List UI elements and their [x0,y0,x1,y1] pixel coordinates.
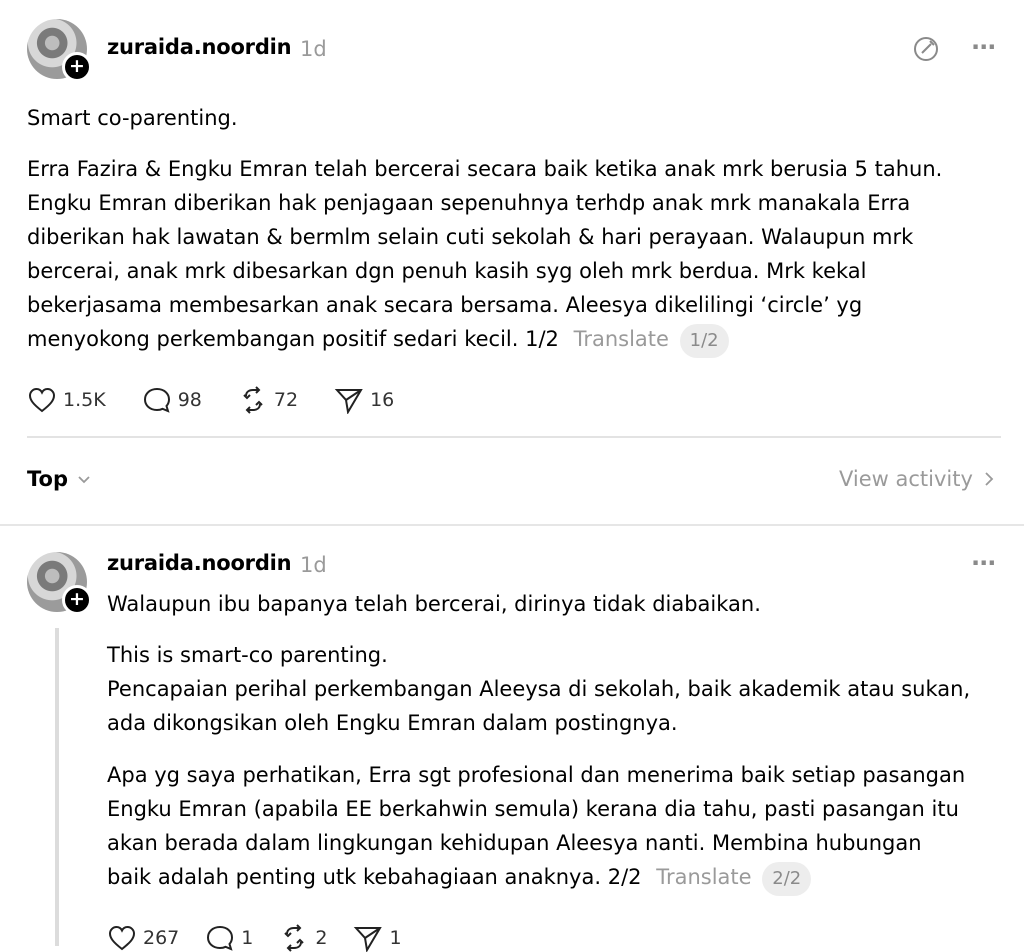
chevron-right-icon [985,472,994,486]
heart-icon [108,925,136,951]
reply-line: ada dikongsikan oleh Engku Emran dalam p… [107,711,678,735]
like-button[interactable]: 1.5K [27,386,106,414]
reply-line-last: baik adalah penting utk kebahagiaan anak… [107,865,642,889]
more-options-icon[interactable]: ··· [971,549,996,577]
follow-plus-icon[interactable]: + [62,52,92,82]
reply-line: This is smart-co parenting. [107,643,388,667]
reply-time: 1d [300,553,327,577]
like-button[interactable]: 267 [107,924,179,952]
edit-icon[interactable] [912,35,940,67]
view-activity-link[interactable]: View activity [839,467,999,491]
post-line: diberikan hak lawatan & bermlm selain cu… [27,225,914,249]
reply-line: akan berada dalam lingkungan kehidupan A… [107,831,922,855]
comment-icon [143,387,170,413]
translate-link[interactable]: Translate [656,865,751,889]
thread-pager-badge: 2/2 [762,862,812,896]
repost-count: 72 [273,389,299,411]
translate-link[interactable]: Translate [574,327,669,351]
post-line: menyokong perkembangan positif sedari ke… [27,322,987,358]
reply-actions: 267 1 2 1 [107,924,438,952]
follow-plus-icon[interactable]: + [62,585,92,615]
comment-icon [207,925,234,951]
sort-dropdown[interactable]: Top [27,467,94,491]
thread-pager-badge: 1/2 [679,324,729,358]
repost-button[interactable]: 72 [238,386,298,414]
post-line: bekerjasama membesarkan anak secara bers… [27,293,863,317]
reply-paragraph-2: Apa yg saya perhatikan, Erra sgt profesi… [107,758,1007,896]
post-actions: 1.5K 98 72 16 [27,386,430,414]
send-icon [354,927,383,952]
heart-icon [28,387,56,413]
reply-line: Pencapaian perihal perkembangan Aleeysa … [107,677,971,701]
section-divider [0,524,1024,526]
reply-line: Apa yg saya perhatikan, Erra sgt profesi… [107,763,966,787]
repost-button[interactable]: 2 [279,924,327,952]
share-count: 16 [370,389,395,411]
send-icon [334,389,363,414]
reply-button[interactable]: 1 [205,924,253,952]
post-line: Erra Fazira & Engku Emran telah bercerai… [27,157,943,181]
reply-first-line: Walaupun ibu bapanya telah bercerai, dir… [107,592,761,616]
reply-button[interactable]: 98 [142,386,202,414]
sort-label: Top [27,467,68,491]
share-button[interactable]: 16 [334,386,394,414]
reply-line: Engku Emran (apabila EE berkahwin semula… [107,797,959,821]
post-title: Smart co-parenting. [27,101,238,135]
reply-username[interactable]: zuraida.noordin [107,551,292,575]
post-line: bercerai, anak mrk dibesarkan dgn penuh … [27,259,867,283]
post-title-line: Smart co-parenting. [27,106,238,130]
share-button[interactable]: 1 [353,924,402,952]
post-username[interactable]: zuraida.noordin [107,35,292,59]
post-divider [27,436,1001,438]
post-time: 1d [300,37,327,61]
repost-icon [243,386,263,414]
like-count: 1.5K [63,389,106,411]
repost-icon [284,924,305,952]
reply-line: baik adalah penting utk kebahagiaan anak… [107,860,1007,896]
thread-connector [55,628,59,946]
post-line-last: menyokong perkembangan positif sedari ke… [27,327,559,351]
reply-count: 98 [177,389,202,411]
post-line: Engku Emran diberikan hak penjagaan sepe… [27,191,911,215]
post-body: Erra Fazira & Engku Emran telah bercerai… [27,152,987,358]
view-activity-label: View activity [839,467,973,491]
reply-paragraph-1: This is smart-co parenting. Pencapaian p… [107,638,1007,740]
more-options-icon[interactable]: ··· [971,33,996,61]
chevron-down-icon [78,476,90,484]
